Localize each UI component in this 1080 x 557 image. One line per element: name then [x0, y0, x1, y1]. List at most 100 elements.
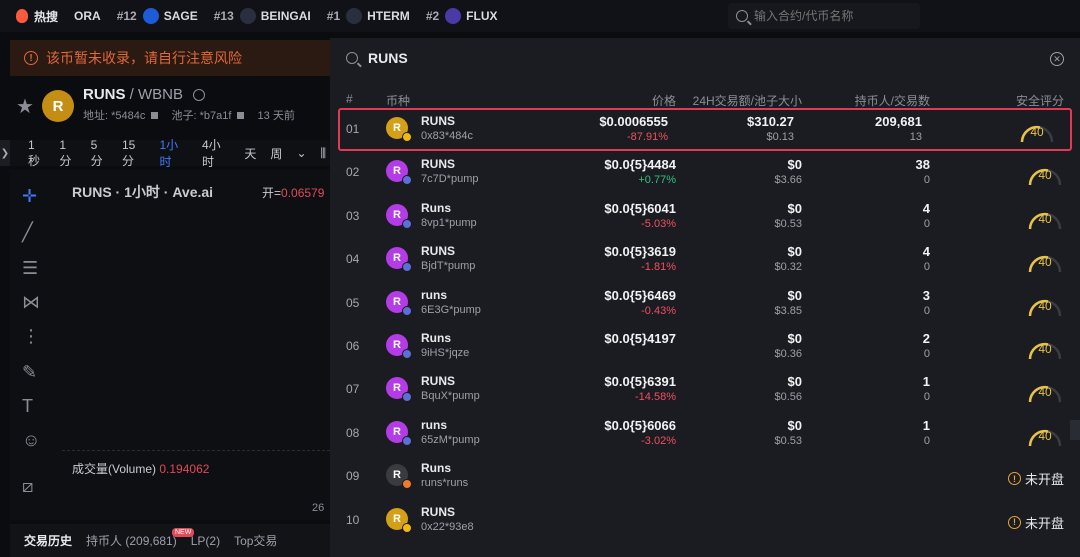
timeframe-option[interactable]: 周 [270, 145, 282, 162]
ticker-rank: #1 [326, 9, 341, 23]
text-tool-icon[interactable]: T [22, 396, 33, 417]
scroll-handle[interactable] [1070, 420, 1080, 440]
timeframe-option[interactable]: 15分 [122, 138, 146, 169]
ticker-rank: #13 [213, 9, 234, 23]
new-badge: NEW [172, 528, 195, 537]
emoji-icon[interactable]: ☺ [22, 430, 40, 451]
row-index: 05 [346, 295, 360, 310]
hot-ticker[interactable]: #13 BEINGAI [214, 8, 311, 24]
row-index: 04 [346, 252, 360, 267]
pattern-icon[interactable]: ⋈ [22, 292, 40, 313]
token-search-input[interactable] [754, 9, 914, 23]
header-holders: 持币人/交易数 [854, 94, 930, 108]
hot-ticker[interactable]: ORA [74, 9, 101, 23]
candle-type-icon[interactable]: ⫼ [321, 146, 327, 161]
bottom-tab[interactable]: 持币人 (209,681) [86, 532, 177, 549]
result-row[interactable]: 01 R RUNS 0x83*484c $0.0006555 -87.91% $310.27… [338, 108, 1072, 151]
ticker-logo-icon [445, 8, 462, 24]
crosshair-icon[interactable]: ✛ [22, 186, 37, 207]
result-row[interactable]: 02 R RUNS 7c7D*pump $0.0{5}4484 +0.77% $0 $3.66… [330, 151, 1080, 194]
chain-icon [402, 522, 412, 533]
chevron-down-icon[interactable]: ⌄ [296, 146, 306, 160]
ticker-rank: #2 [425, 9, 440, 23]
result-row-content: 10 R RUNS 0x22*93e8! 未开盘 [330, 499, 1080, 542]
row-index: 10 [346, 512, 360, 527]
ticker-name: FLUX [466, 9, 498, 23]
bottom-tabs: 交易历史 持币人 (209,681) LP(2) Top交易 [10, 524, 330, 557]
chart-open: 开=0.06579 [262, 184, 324, 201]
timeframe-option[interactable]: 4小时 [202, 136, 230, 170]
risk-warning-text: 该币暂未收录，请自行注意风险 [46, 50, 242, 66]
timeframe-option[interactable]: 1小时 [160, 136, 188, 170]
result-row[interactable]: 05 Rruns 6E3G*pump $0.0{5}6469 -0.43% $0 $3.85… [330, 282, 1080, 325]
result-row[interactable]: 04 R RUNS BjdT*pump $0.0{5}3619 -1.81% $0 $0.32… [330, 238, 1080, 281]
top-search[interactable] [728, 3, 920, 29]
not-opened-label: 未开盘 [1024, 472, 1064, 488]
row-index: 07 [346, 382, 360, 397]
panel-search[interactable]: RUNS [346, 50, 408, 66]
tx-count: 0 [923, 434, 930, 447]
hot-search: 热搜 [16, 8, 58, 25]
close-icon[interactable]: ✕ [1050, 52, 1064, 66]
token-price: $0.0{5}3619 [604, 244, 676, 260]
results-header: # 币种 价格 24H交易额/池子大小 持币人/交易数 安全评分 [330, 90, 1080, 110]
bottom-tab[interactable]: LP(2) [191, 534, 220, 548]
chain-icon [402, 132, 412, 142]
token-name: RUNS [421, 157, 456, 172]
token-name: Runs [421, 331, 451, 345]
copy-icon[interactable] [151, 112, 159, 119]
ruler-icon[interactable]: ⧄ [22, 476, 33, 497]
result-row[interactable]: 08 Rruns 65zM*pump $0.0{5}6066 -3.02% $0 $0.53… [330, 412, 1080, 455]
tx-count: 0 [923, 348, 930, 360]
token-meta: 地址: *5484c 池子: *b7a1f 13 天前 [83, 107, 295, 123]
token-price: $0.0{5}6041 [604, 200, 676, 216]
horizontal-lines-icon[interactable]: ☰ [22, 258, 38, 279]
result-row-content: 02 R RUNS 7c7D*pump $0.0{5}4484 +0.77% $0 $3.66… [330, 151, 1080, 194]
chain-icon [402, 392, 412, 403]
chevron-left-icon[interactable]: ❯ [0, 140, 10, 166]
volume-readout: 成交量(Volume) 0.194062 [72, 460, 209, 477]
token-name: Runs [421, 200, 451, 215]
token-price: $0.0{5}6469 [604, 287, 676, 303]
trend-line-icon[interactable]: ╱ [22, 222, 33, 243]
24h-volume: $0 [787, 331, 802, 346]
warning-icon: ! [24, 51, 38, 65]
bottom-tab[interactable]: Top交易 [234, 532, 277, 549]
timeframe-option[interactable]: 天 [244, 145, 256, 162]
timeframe-option[interactable]: 1秒 [28, 138, 45, 169]
copy-icon[interactable] [237, 112, 245, 119]
safety-score: 40 [1038, 428, 1052, 443]
token-price: $0.0{5}4197 [604, 331, 676, 346]
24h-volume: $0 [787, 374, 802, 390]
search-small-icon[interactable] [193, 89, 206, 102]
favorite-star-icon[interactable]: ★ [16, 94, 34, 119]
result-row[interactable]: 07 R RUNS BquX*pump $0.0{5}6391 -14.58% $0 $0.5… [330, 368, 1080, 411]
hot-ticker[interactable]: #12 SAGE [117, 8, 198, 24]
timeframe-option[interactable]: 1分 [59, 138, 76, 169]
token-name: runs [421, 417, 448, 432]
ticker-name: HTERM [367, 9, 410, 23]
holders-count: 209,681 [875, 114, 922, 129]
row-index: 06 [346, 339, 360, 353]
brush-icon[interactable]: ✎ [22, 362, 37, 383]
result-row[interactable]: 09 R Runs runs*runs! 未开盘 [330, 455, 1080, 498]
row-index: 03 [346, 208, 360, 223]
result-row[interactable]: 10 R RUNS 0x22*93e8! 未开盘 [330, 499, 1080, 542]
row-index: 09 [346, 469, 360, 484]
bottom-tab[interactable]: 交易历史 [24, 532, 72, 549]
pool-address[interactable]: 池子: *b7a1f [172, 110, 232, 122]
chart-title: RUNS · 1小时 · Ave.ai [72, 184, 214, 200]
x-axis-tick: 26 [312, 502, 325, 514]
timeframe-option[interactable]: 5分 [91, 138, 108, 169]
chain-icon [402, 175, 412, 186]
hot-ticker[interactable]: #2 FLUX [426, 8, 498, 24]
pool-size: $0.36 [774, 348, 802, 360]
hot-ticker[interactable]: #1 HTERM [327, 8, 410, 24]
token-header: ★ R RUNS / WBNB 地址: *5484c 池子: *b7a1f 13… [0, 82, 330, 128]
result-row[interactable]: 03 R Runs 8vp1*pump $0.0{5}6041 -5.03% $0 $0.53… [330, 195, 1080, 238]
measure-icon[interactable]: ⋮ [22, 326, 40, 347]
token-address[interactable]: 地址: *5484c [83, 110, 145, 122]
pool-size: $0.56 [774, 391, 802, 404]
result-row[interactable]: 06 R Runs 9iHS*jqze $0.0{5}4197 $0 $0.36 2 0 40 [330, 325, 1080, 368]
search-query[interactable]: RUNS [368, 50, 408, 66]
